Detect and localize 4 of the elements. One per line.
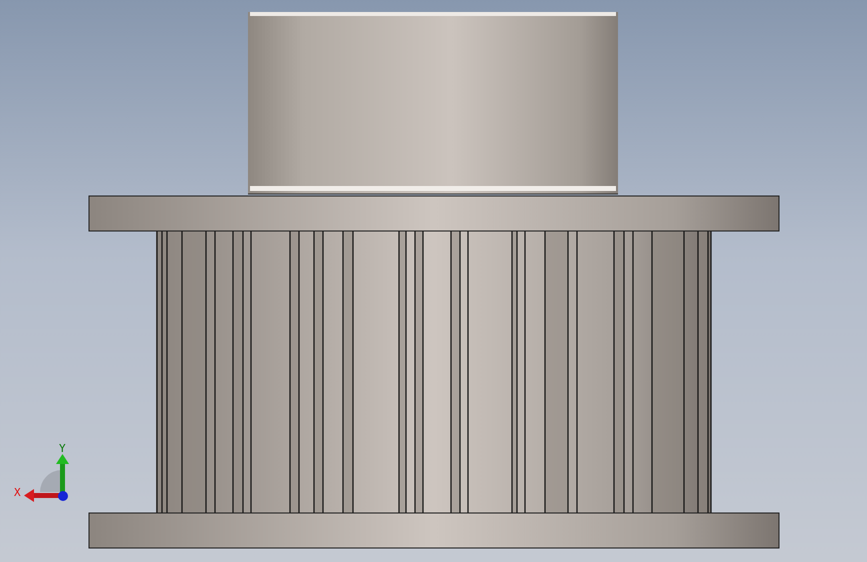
viewport-canvas[interactable]: Y X xyxy=(0,0,867,562)
x-axis-label: X xyxy=(14,486,21,499)
y-axis-label: Y xyxy=(59,442,66,455)
axis-triad-icon xyxy=(24,454,69,502)
